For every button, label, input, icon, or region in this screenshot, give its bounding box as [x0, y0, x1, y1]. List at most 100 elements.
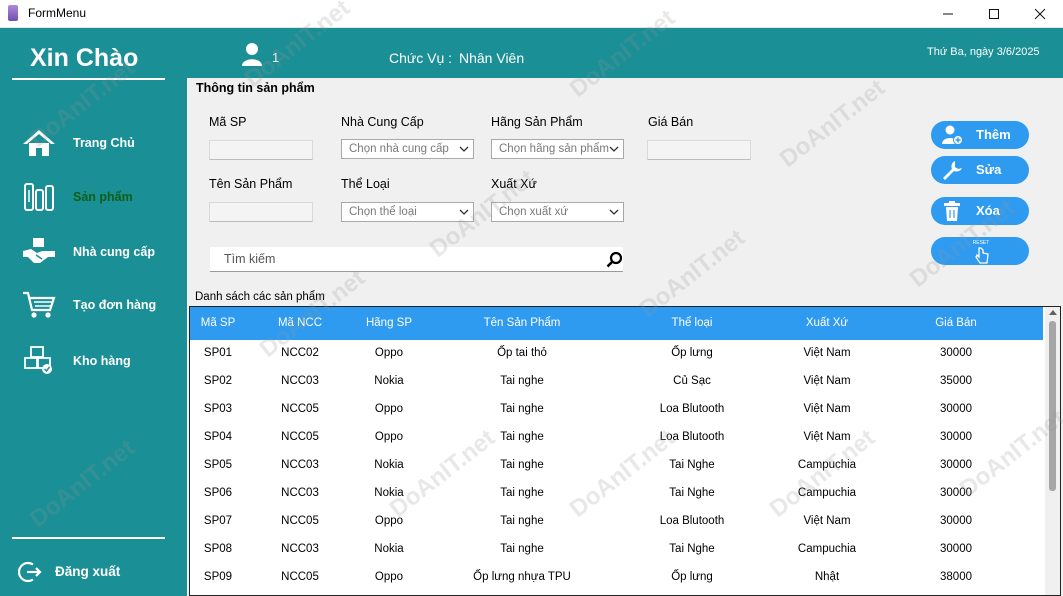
xuat-xu-select[interactable]: Chọn xuất xứ [491, 202, 624, 222]
table-cell: Tai nghe [500, 375, 544, 387]
table-cell: NCC05 [281, 571, 319, 583]
table-row[interactable]: SP08 NCC03 Nokia Tai nghe Tai Nghe Campuchia 3… [190, 536, 1043, 564]
ten-sp-label: Tên Sản Phẩm [209, 177, 293, 191]
ma-sp-label: Mã SP [209, 115, 247, 129]
maximize-button[interactable] [971, 0, 1017, 28]
handshake-icon [23, 238, 55, 263]
table-cell: NCC03 [281, 375, 319, 387]
ma-sp-field[interactable] [209, 140, 313, 160]
minimize-icon [943, 13, 953, 15]
product-list-title: Danh sách các sản phẩm [195, 291, 325, 303]
table-cell: Củ Sạc [673, 375, 711, 387]
table-row[interactable]: SP06 NCC03 Nokia Tai nghe Tai Nghe Campuchia 3… [190, 480, 1043, 508]
nha-cung-cap-select[interactable]: Chọn nhà cung cấp [341, 139, 474, 159]
column-header[interactable]: Tên Sản Phẩm [484, 317, 561, 329]
edit-button-label: Sửa [976, 162, 1002, 177]
gia-ban-field[interactable] [647, 140, 751, 160]
table-cell: 30000 [940, 431, 972, 443]
table-cell: Tai Nghe [669, 543, 715, 555]
sidebar-item-trang-chu[interactable]: Trang Chủ [0, 124, 187, 164]
table-cell: Campuchia [797, 543, 857, 555]
table-row[interactable]: SP07 NCC05 Oppo Tai nghe Loa Blutooth Việt Na… [190, 508, 1043, 536]
table-cell: NCC03 [281, 459, 319, 471]
column-header[interactable]: Mã NCC [278, 317, 322, 329]
column-header[interactable]: Xuất Xứ [806, 317, 848, 329]
search-input[interactable]: Tìm kiếm [210, 247, 623, 272]
role-value: Nhân Viên [459, 50, 525, 66]
logout-icon [18, 561, 42, 583]
table-cell: Loa Blutooth [659, 403, 725, 415]
table-row[interactable]: SP03 NCC05 Oppo Tai nghe Loa Blutooth Việt Na… [190, 396, 1043, 424]
table-row[interactable]: SP05 NCC03 Nokia Tai nghe Tai Nghe Campuchia 3… [190, 452, 1043, 480]
table-cell: SP09 [203, 571, 233, 583]
table-cell: Nokia [374, 487, 404, 499]
logout-button[interactable]: Đăng xuất [0, 554, 187, 590]
logout-divider [12, 537, 165, 539]
ten-sp-field[interactable] [209, 202, 313, 222]
table-cell: Campuchia [797, 459, 857, 471]
column-header[interactable]: Giá Bán [935, 317, 977, 329]
scroll-up-icon[interactable] [1049, 310, 1057, 315]
delete-button-label: Xóa [976, 203, 1000, 218]
table-cell: SP08 [203, 543, 233, 555]
table-cell: SP04 [203, 431, 233, 443]
table-cell: NCC05 [281, 515, 319, 527]
table-row[interactable]: SP01 NCC02 Oppo Ốp tai thỏ Ốp lưng Việt Nam 30… [190, 340, 1043, 368]
table-cell: SP06 [203, 487, 233, 499]
column-header[interactable]: Mã SP [201, 317, 236, 329]
close-button[interactable] [1017, 0, 1063, 28]
table-row[interactable]: SP02 NCC03 Nokia Tai nghe Củ Sạc Việt Nam 3500… [190, 368, 1043, 396]
table-cell: Tai nghe [500, 515, 544, 527]
table-cell: Loa Blutooth [659, 431, 725, 443]
sidebar-item-label: Kho hàng [73, 354, 131, 368]
table-cell: Oppo [374, 431, 404, 443]
window-titlebar: FormMenu [0, 0, 1063, 28]
xuat-xu-label: Xuất Xứ [491, 177, 537, 191]
table-cell: Nokia [374, 543, 404, 555]
table-cell: NCC05 [281, 431, 319, 443]
column-header[interactable]: Hãng SP [366, 317, 412, 329]
the-loai-label: Thể Loại [341, 177, 390, 191]
sidebar: Xin Chào Trang Chủ Sản phẩm Nhà cung cấp [0, 28, 187, 596]
delete-button[interactable]: Xóa [931, 197, 1029, 225]
table-row[interactable]: SP09 NCC05 Oppo Ốp lưng nhựa TPU Ốp lưng Nhật… [190, 564, 1043, 592]
table-cell: SP03 [203, 403, 233, 415]
table-cell: 30000 [940, 515, 972, 527]
minimize-button[interactable] [925, 0, 971, 28]
vertical-scrollbar[interactable] [1045, 307, 1060, 595]
column-header[interactable]: Thể loại [672, 317, 713, 329]
sidebar-item-nha-cung-cap[interactable]: Nhà cung cấp [0, 233, 187, 273]
table-cell: 30000 [940, 487, 972, 499]
the-loai-placeholder: Chọn thể loại [349, 206, 417, 218]
sidebar-item-tao-don-hang[interactable]: Tạo đơn hàng [0, 286, 187, 326]
the-loai-select[interactable]: Chọn thể loại [341, 202, 474, 222]
table-cell: Việt Nam [803, 515, 851, 527]
trash-icon [944, 201, 960, 221]
table-cell: Tai Nghe [669, 487, 715, 499]
table-cell: Campuchia [797, 487, 857, 499]
sidebar-item-label: Sản phẩm [73, 190, 133, 204]
add-button[interactable]: Thêm [931, 121, 1029, 149]
edit-button[interactable]: Sửa [931, 156, 1029, 184]
table-cell: 30000 [940, 347, 972, 359]
table-cell: Nokia [374, 375, 404, 387]
table-cell: 30000 [940, 403, 972, 415]
app-icon [8, 5, 18, 21]
table-cell: SP01 [203, 347, 233, 359]
table-cell: SP05 [203, 459, 233, 471]
reset-button[interactable]: RESET [931, 237, 1029, 265]
home-icon [23, 130, 55, 156]
sidebar-item-san-pham[interactable]: Sản phẩm [0, 178, 187, 218]
scrollbar-thumb[interactable] [1049, 321, 1056, 491]
sidebar-item-kho-hang[interactable]: Kho hàng [0, 342, 187, 382]
table-cell: Tai nghe [500, 543, 544, 555]
svg-text:RESET: RESET [973, 240, 990, 246]
add-button-label: Thêm [976, 127, 1011, 142]
table-cell: Việt Nam [803, 403, 851, 415]
table-cell: 38000 [940, 571, 972, 583]
hang-sp-select[interactable]: Chọn hãng sản phẩm [491, 139, 624, 159]
xuat-xu-placeholder: Chọn xuất xứ [499, 206, 569, 218]
table-cell: Tai Nghe [669, 459, 715, 471]
search-icon[interactable] [606, 251, 623, 268]
table-row[interactable]: SP04 NCC05 Oppo Tai nghe Loa Blutooth Việt Na… [190, 424, 1043, 452]
